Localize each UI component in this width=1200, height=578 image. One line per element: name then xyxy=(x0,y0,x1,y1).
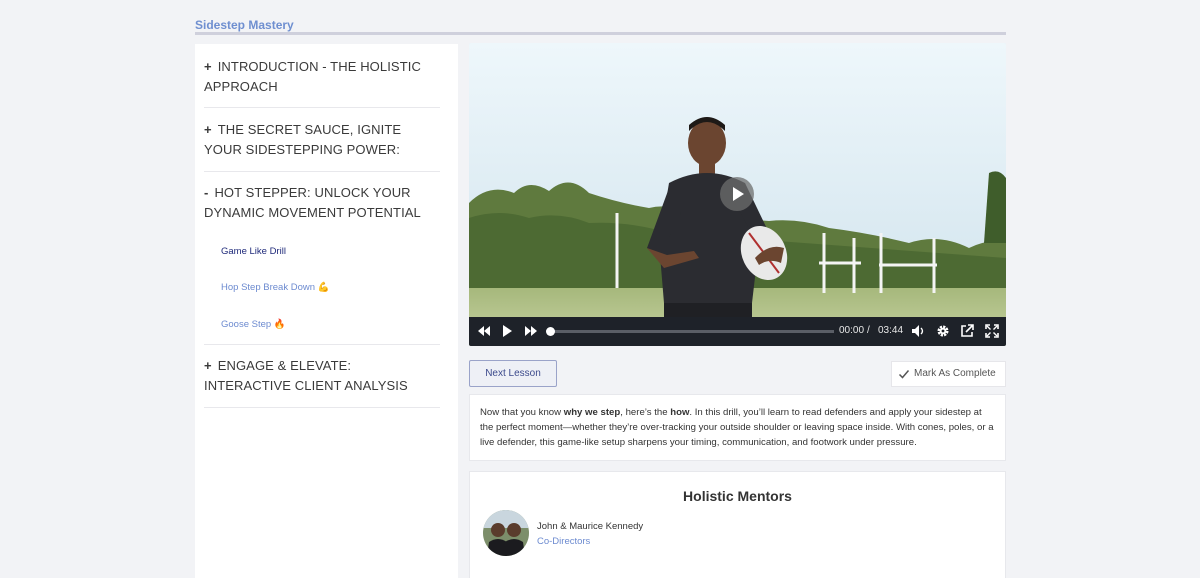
lesson-description: Now that you know why we step, here’s th… xyxy=(469,394,1006,461)
expand-icon: + xyxy=(204,59,212,74)
flexed-bicep-icon: 💪 xyxy=(317,282,330,293)
section-title[interactable]: + ENGAGE & ELEVATE: INTERACTIVE CLIENT AN… xyxy=(204,356,440,396)
mentors-title: Holistic Mentors xyxy=(683,488,792,504)
expand-icon: + xyxy=(204,358,212,373)
section-title[interactable]: + INTRODUCTION - THE HOLISTIC APPROACH xyxy=(204,57,440,97)
video-controls: 00:00 / 03:44 xyxy=(469,317,1006,346)
mentor-role[interactable]: Co-Directors xyxy=(537,536,590,547)
lesson-game-like-drill[interactable]: Game Like Drill xyxy=(221,246,286,257)
popout-icon[interactable] xyxy=(960,324,974,338)
video-player[interactable]: 00:00 / 03:44 xyxy=(469,43,1006,346)
section-hot-stepper[interactable]: - HOT STEPPER: UNLOCK YOUR DYNAMIC MOVEME… xyxy=(204,183,440,345)
fire-icon: 🔥 xyxy=(273,319,286,330)
center-play-button[interactable] xyxy=(720,177,754,211)
next-lesson-button[interactable]: Next Lesson xyxy=(469,360,557,387)
collapse-icon: - xyxy=(204,185,209,200)
section-title[interactable]: + THE SECRET SAUCE, IGNITE YOUR SIDESTEPP… xyxy=(204,120,440,160)
section-title[interactable]: - HOT STEPPER: UNLOCK YOUR DYNAMIC MOVEME… xyxy=(204,183,440,223)
progress-knob[interactable] xyxy=(546,327,555,336)
duration: 03:44 xyxy=(878,325,904,336)
title-divider xyxy=(195,32,1006,35)
progress-bar[interactable] xyxy=(546,327,834,336)
play-icon[interactable] xyxy=(500,324,514,338)
current-time: 00:00 xyxy=(839,325,865,336)
checkmark-icon xyxy=(898,370,910,379)
lesson-goose-step[interactable]: Goose Step 🔥 xyxy=(221,319,286,330)
expand-icon: + xyxy=(204,122,212,137)
settings-gear-icon[interactable] xyxy=(936,324,950,338)
course-outline-sidebar: + INTRODUCTION - THE HOLISTIC APPROACH + T… xyxy=(195,44,458,578)
section-secret-sauce[interactable]: + THE SECRET SAUCE, IGNITE YOUR SIDESTEPP… xyxy=(204,120,440,172)
fullscreen-icon[interactable] xyxy=(985,324,999,338)
section-introduction[interactable]: + INTRODUCTION - THE HOLISTIC APPROACH xyxy=(204,57,440,108)
avatar xyxy=(483,510,529,556)
mark-as-complete-button[interactable]: Mark As Complete xyxy=(891,361,1006,387)
fast-forward-icon[interactable] xyxy=(524,324,538,338)
lesson-hop-step-break-down[interactable]: Hop Step Break Down 💪 xyxy=(221,282,329,293)
rewind-icon[interactable] xyxy=(477,324,491,338)
volume-icon[interactable] xyxy=(911,324,925,338)
section-engage-elevate[interactable]: + ENGAGE & ELEVATE: INTERACTIVE CLIENT AN… xyxy=(204,356,440,408)
course-title: Sidestep Mastery xyxy=(195,18,294,32)
time-separator: / xyxy=(867,325,870,336)
mentor-name: John & Maurice Kennedy xyxy=(537,521,644,532)
mentors-card: Holistic Mentors John & Maurice Kennedy … xyxy=(469,471,1006,578)
